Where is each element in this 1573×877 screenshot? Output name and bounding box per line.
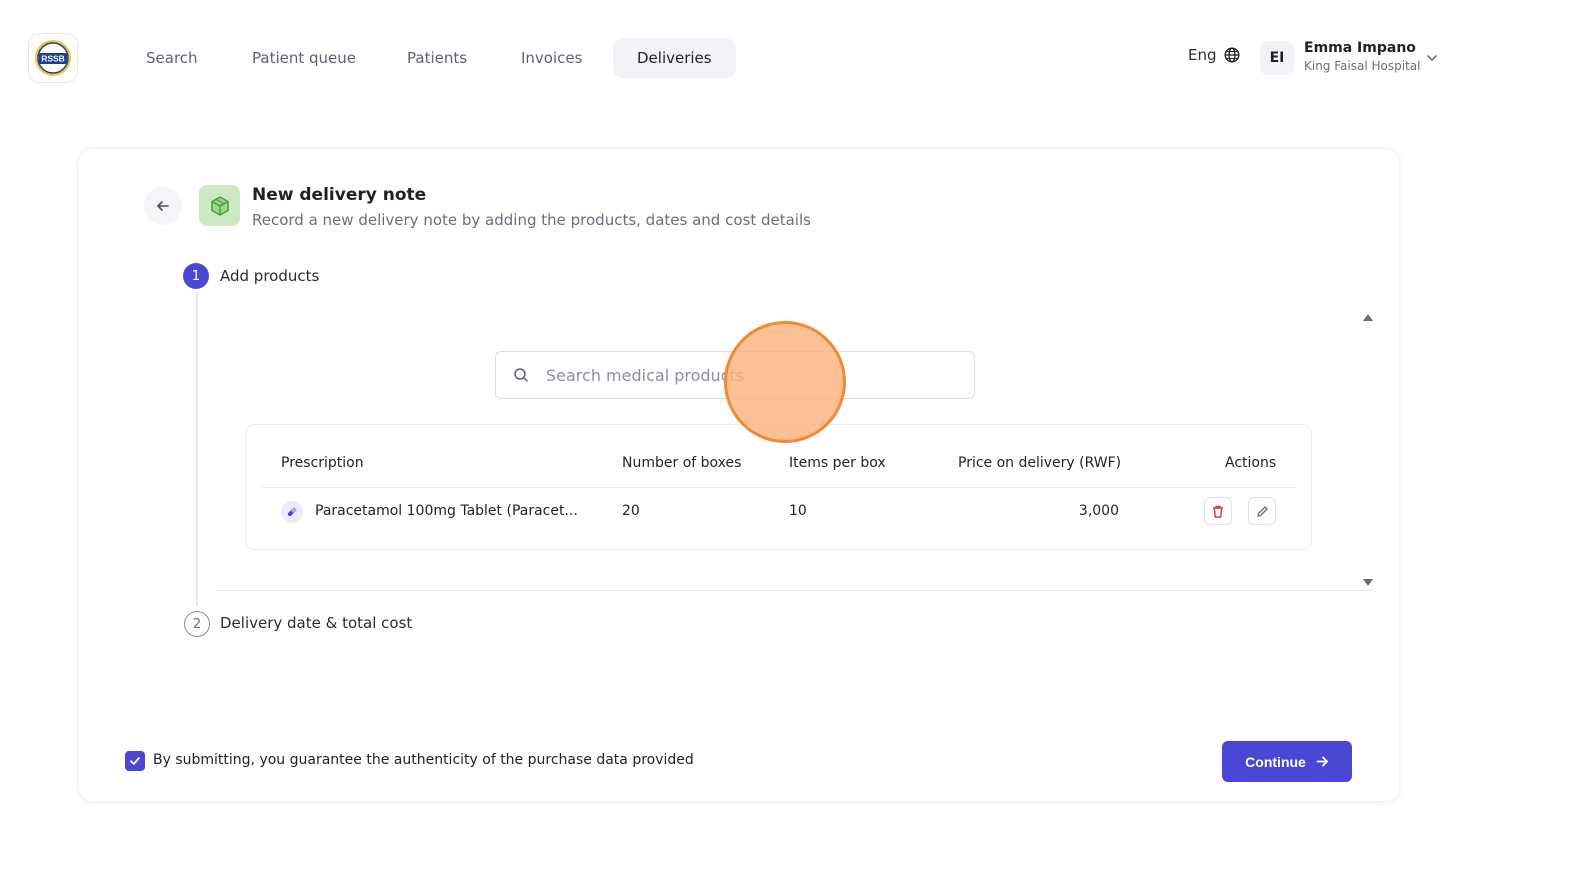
arrow-left-icon: [157, 201, 169, 211]
nav-invoices[interactable]: Invoices: [497, 38, 606, 78]
column-header-boxes: Number of boxes: [622, 455, 742, 471]
nav-deliveries[interactable]: Deliveries: [613, 38, 736, 78]
consent-label: By submitting, you guarantee the authent…: [153, 752, 694, 768]
table-cell-prescription: Paracetamol 100mg Tablet (Paracet...: [315, 503, 578, 519]
svg-text:RSSB: RSSB: [41, 54, 65, 64]
nav-patient-queue[interactable]: Patient queue: [228, 38, 380, 78]
delete-button[interactable]: [1204, 497, 1232, 525]
nav-patients[interactable]: Patients: [383, 38, 491, 78]
column-header-price: Price on delivery (RWF): [958, 455, 1122, 471]
step-1-indicator: 1: [183, 263, 209, 289]
table-cell-price: 3,000: [1078, 503, 1119, 519]
scrollbar[interactable]: [1362, 312, 1374, 592]
avatar[interactable]: EI: [1260, 41, 1294, 75]
page-title: New delivery note: [252, 185, 427, 205]
page-subtitle: Record a new delivery note by adding the…: [252, 211, 811, 229]
step-2-indicator: 2: [184, 611, 210, 637]
chevron-down-icon[interactable]: [1425, 50, 1439, 69]
pencil-icon: [1256, 505, 1268, 517]
divider: [216, 590, 1374, 591]
scroll-down-icon[interactable]: [1363, 579, 1373, 586]
consent-checkbox[interactable]: [125, 751, 145, 771]
back-button[interactable]: [144, 187, 182, 225]
scroll-up-icon[interactable]: [1363, 314, 1373, 321]
click-indicator: [724, 321, 846, 443]
box-icon: [199, 185, 240, 226]
user-organization: King Faisal Hospital: [1304, 59, 1421, 73]
column-header-prescription: Prescription: [281, 455, 364, 471]
language-selector[interactable]: Eng: [1188, 46, 1240, 64]
continue-button[interactable]: Continue: [1222, 741, 1352, 782]
table-cell-items-per-box: 10: [789, 503, 807, 519]
language-label: Eng: [1188, 46, 1217, 64]
nav-search[interactable]: Search: [122, 38, 222, 78]
step-1-label[interactable]: Add products: [220, 267, 319, 285]
continue-label: Continue: [1245, 753, 1306, 770]
search-icon: [513, 367, 529, 387]
user-name[interactable]: Emma Impano: [1304, 40, 1416, 56]
arrow-right-icon: [1316, 756, 1328, 767]
table-divider: [262, 487, 1296, 488]
column-header-actions: Actions: [1225, 455, 1277, 471]
trash-icon: [1213, 505, 1223, 518]
rssb-logo-icon: RSSB: [35, 40, 71, 76]
edit-button[interactable]: [1248, 497, 1276, 525]
rssb-logo[interactable]: RSSB: [28, 33, 78, 83]
globe-icon: [1224, 47, 1240, 63]
table-cell-boxes: 20: [622, 503, 640, 519]
column-header-items-per-box: Items per box: [789, 455, 886, 471]
step-connector: [196, 292, 198, 606]
pill-icon: [281, 501, 303, 523]
step-2-label[interactable]: Delivery date & total cost: [220, 614, 412, 632]
checkmark-icon: [130, 757, 140, 765]
